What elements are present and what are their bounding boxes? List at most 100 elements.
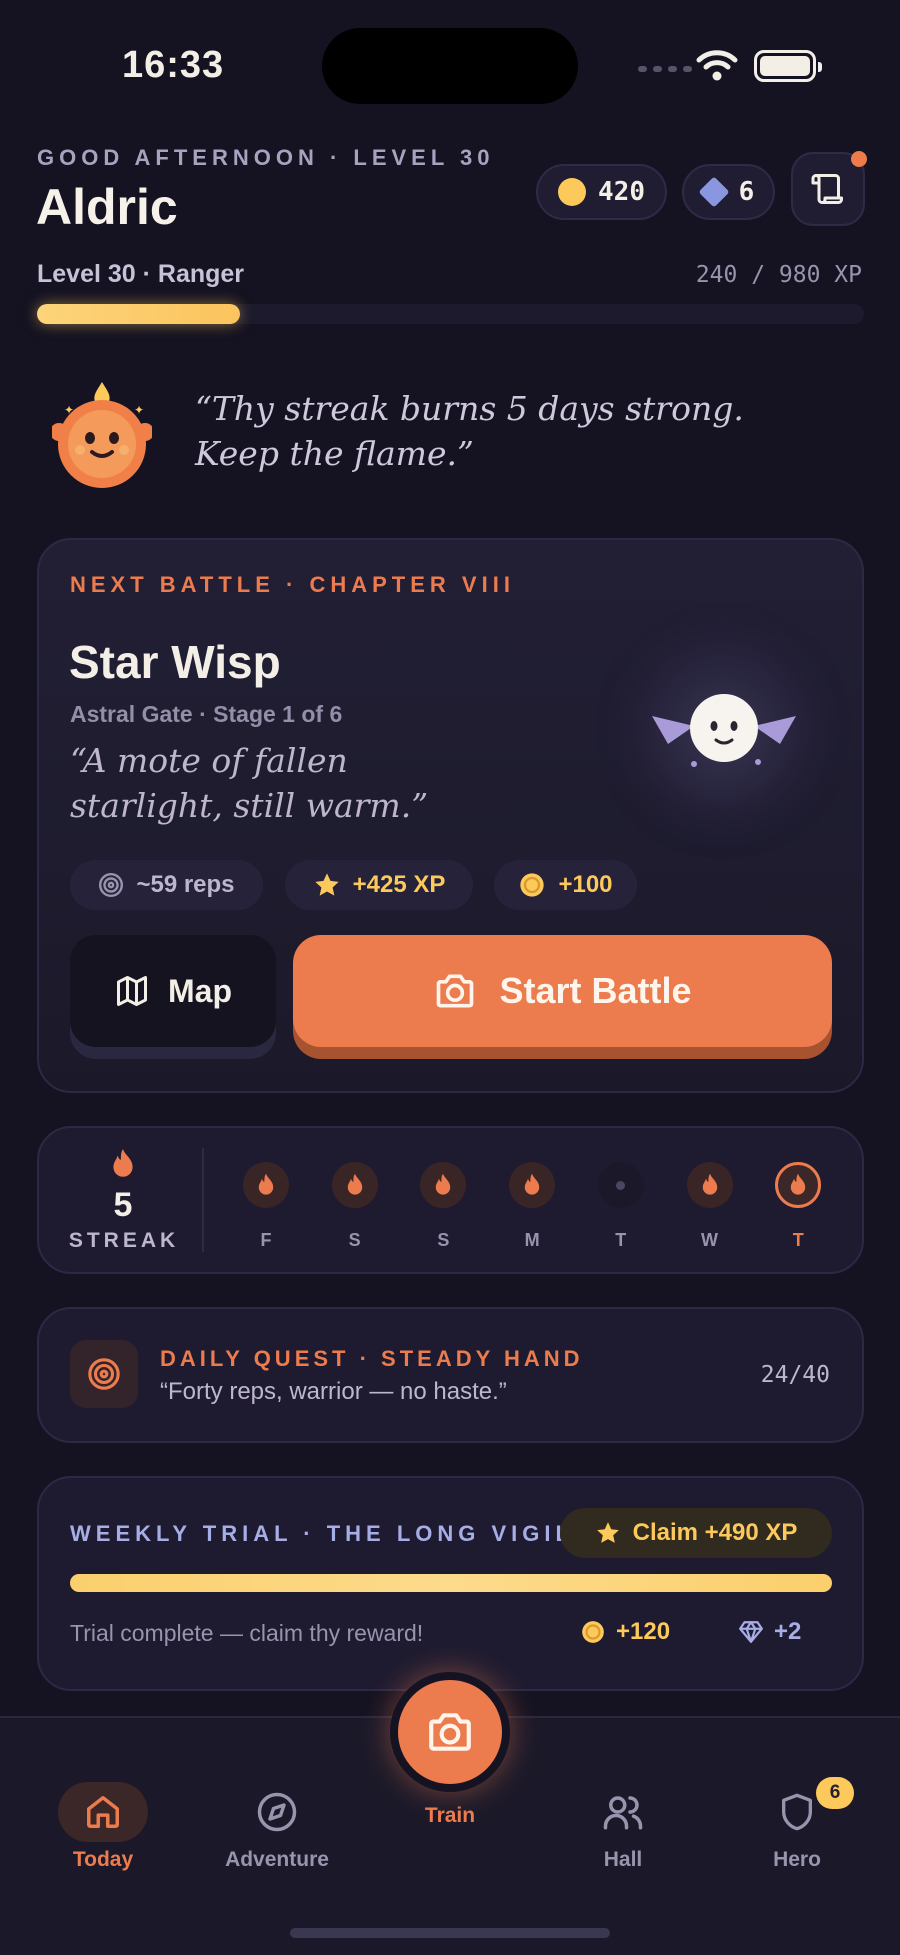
nav-train-button[interactable]	[390, 1672, 510, 1792]
diamond-icon	[739, 1621, 763, 1643]
nav-today[interactable]: Today	[23, 1782, 183, 1872]
target-icon	[88, 1358, 120, 1390]
start-battle-button[interactable]: Start Battle	[293, 935, 832, 1047]
streak-label: STREAK	[68, 1229, 180, 1252]
streak-day-label: M	[524, 1230, 540, 1250]
signal-icon	[638, 66, 692, 72]
map-label: Map	[168, 972, 232, 1009]
quest-title: DAILY QUEST · STEADY HAND	[160, 1346, 584, 1371]
compass-icon	[257, 1792, 297, 1832]
player-name: Aldric	[36, 179, 178, 235]
battery-icon	[754, 50, 822, 82]
weekly-gem-reward: +2	[738, 1618, 801, 1646]
mascot-quote: “Thy streak burns 5 days strong. Keep th…	[195, 389, 744, 473]
claim-label: Claim +490 XP	[632, 1519, 798, 1546]
flame-icon	[775, 1162, 822, 1208]
status-time: 16:33	[122, 44, 225, 86]
people-icon	[603, 1796, 643, 1830]
coin-icon	[520, 873, 545, 897]
camera-icon	[429, 1713, 471, 1751]
map-button[interactable]: Map	[70, 935, 276, 1047]
xp-reward-chip: +425 XP	[285, 860, 473, 910]
weekly-coin-label: +120	[616, 1618, 671, 1645]
flame-icon	[509, 1162, 556, 1208]
daily-quest-card[interactable]	[37, 1307, 864, 1443]
streak-day: T	[597, 1162, 644, 1251]
streak-day-label: S	[348, 1230, 361, 1250]
streak-days: FSSMTWT	[243, 1162, 823, 1262]
camera-icon	[437, 974, 474, 1008]
hero-badge: 6	[816, 1777, 854, 1809]
gem-icon	[698, 176, 730, 208]
battle-stage: Astral Gate · Stage 1 of 6	[70, 701, 343, 727]
notification-dot	[851, 151, 867, 167]
xp-label: 240 / 980 XP	[695, 262, 862, 288]
coin-reward-label: +100	[558, 871, 613, 898]
weekly-gem-label: +2	[774, 1618, 802, 1645]
enemy-name: Star Wisp	[69, 636, 281, 688]
nav-hall-label: Hall	[603, 1848, 643, 1871]
xp-reward-label: +425 XP	[352, 871, 446, 898]
reps-label: ~59 reps	[136, 871, 235, 898]
quest-icon-tile	[70, 1340, 138, 1408]
nav-hall[interactable]: Hall	[543, 1782, 703, 1872]
star-icon	[596, 1522, 619, 1543]
reps-chip: ~59 reps	[70, 860, 263, 910]
weekly-coin-reward: +120	[580, 1618, 670, 1646]
nav-train-label[interactable]: Train	[370, 1804, 530, 1828]
star-wisp-icon	[652, 694, 796, 767]
svg-text:✦: ✦	[64, 403, 74, 417]
wifi-icon	[696, 50, 738, 81]
dynamic-island	[322, 28, 578, 104]
streak-day: F	[243, 1162, 289, 1251]
home-icon	[87, 1796, 119, 1828]
target-icon	[99, 872, 124, 898]
streak-day: T	[775, 1162, 822, 1251]
gem-balance[interactable]: 6	[682, 164, 775, 220]
missed-day-dot	[597, 1162, 644, 1208]
streak-day: W	[686, 1162, 733, 1251]
coin-icon	[582, 1621, 604, 1643]
nav-adventure[interactable]: Adventure	[197, 1782, 357, 1872]
nav-hero-label: Hero	[773, 1848, 821, 1871]
quest-progress: 24/40	[760, 1362, 830, 1388]
streak-day: S	[420, 1162, 467, 1251]
enemy-flavor-text: “A mote of fallen starlight, still warm.…	[70, 741, 429, 825]
streak-day-label: W	[701, 1230, 718, 1250]
map-icon	[117, 976, 147, 1006]
flame-icon	[243, 1162, 289, 1208]
greeting: GOOD AFTERNOON · LEVEL 30	[37, 145, 495, 170]
coin-reward-chip: +100	[494, 860, 637, 910]
star-icon	[314, 873, 339, 896]
divider	[202, 1148, 204, 1252]
flame-icon	[331, 1162, 378, 1208]
flame-icon	[113, 1149, 133, 1177]
flame-icon	[686, 1162, 733, 1208]
coin-count: 420	[598, 177, 645, 207]
home-indicator	[290, 1928, 610, 1938]
weekly-status: Trial complete — claim thy reward!	[70, 1620, 424, 1646]
streak-day-label: S	[437, 1230, 450, 1250]
streak-day-label: T	[615, 1230, 627, 1250]
weekly-title: WEEKLY TRIAL · THE LONG VIGIL	[70, 1521, 574, 1546]
streak-count: 5	[113, 1186, 133, 1224]
streak-day-label: F	[260, 1230, 272, 1250]
coin-icon	[558, 178, 587, 206]
coin-balance[interactable]: 420	[536, 164, 667, 220]
streak-day: S	[331, 1162, 378, 1251]
quest-text: “Forty reps, warrior — no haste.”	[160, 1378, 507, 1405]
scroll-icon	[811, 174, 843, 204]
shield-icon	[782, 1793, 812, 1831]
gem-count: 6	[738, 177, 755, 207]
claim-reward-button[interactable]: Claim +490 XP	[560, 1508, 832, 1558]
streak-day-label: T	[792, 1230, 804, 1250]
streak-day: M	[509, 1162, 556, 1251]
xp-progress-fill	[37, 304, 240, 324]
svg-text:✦: ✦	[134, 403, 144, 417]
battle-chapter-label: NEXT BATTLE · CHAPTER VIII	[70, 572, 515, 597]
nav-today-label: Today	[72, 1848, 134, 1871]
nav-adventure-label: Adventure	[225, 1848, 329, 1871]
weekly-progress-bar	[70, 1574, 832, 1592]
flame-icon	[420, 1162, 467, 1208]
level-class-label: Level 30 · Ranger	[37, 260, 245, 288]
